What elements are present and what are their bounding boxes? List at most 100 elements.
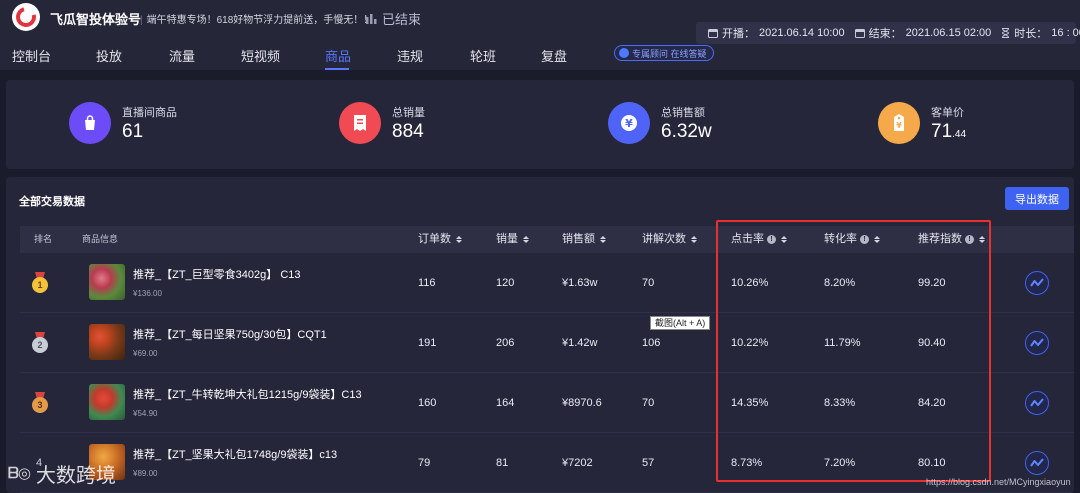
col-ctr[interactable]: 点击率!: [731, 226, 787, 253]
cell-orders: 191: [418, 337, 437, 349]
stat-sales: 总销量 884: [339, 100, 539, 148]
col-revenue[interactable]: 销售额: [562, 226, 606, 253]
col-explain[interactable]: 讲解次数: [642, 226, 697, 253]
cell-index: 90.40: [918, 337, 946, 349]
screenshot-tooltip: 截图(Alt + A): [650, 316, 711, 330]
cell-conversion: 11.79%: [824, 337, 861, 349]
tab-traffic[interactable]: 流量: [169, 46, 195, 65]
sort-icon: [781, 236, 787, 243]
col-index[interactable]: 推荐指数!: [918, 226, 985, 253]
info-icon[interactable]: !: [860, 235, 869, 244]
duration-value: 16 : 00: [1051, 27, 1080, 39]
tab-review[interactable]: 复盘: [541, 46, 567, 65]
col-explain-label: 讲解次数: [642, 233, 686, 245]
consultant-label: 专属顾问 在线答疑: [632, 48, 707, 59]
trend-chart-icon[interactable]: [1025, 331, 1049, 355]
product-name[interactable]: 推荐_【ZT_巨型零食3402g】 C13: [133, 266, 301, 282]
svg-text:¥: ¥: [896, 121, 902, 130]
tab-violations[interactable]: 违规: [397, 46, 423, 65]
duration-label: 时长：: [1014, 28, 1048, 40]
price-tag-icon: ¥: [878, 102, 920, 144]
cell-revenue: ¥7202: [562, 457, 593, 469]
col-ctr-label: 点击率: [731, 233, 764, 245]
active-tab-indicator: [325, 68, 349, 70]
cell-sales: 120: [496, 277, 515, 289]
export-button[interactable]: 导出数据: [1005, 187, 1069, 210]
trend-chart-icon[interactable]: [1025, 271, 1049, 295]
col-conversion[interactable]: 转化率!: [824, 226, 880, 253]
cell-index: 80.10: [918, 457, 946, 469]
live-status: 已结束: [366, 9, 421, 28]
col-product: 商品信息: [82, 234, 119, 244]
live-status-text: 已结束: [382, 12, 422, 27]
trend-chart-icon[interactable]: [1025, 451, 1049, 475]
info-icon[interactable]: !: [767, 235, 776, 244]
hourglass-icon: [1002, 28, 1010, 38]
tab-products[interactable]: 商品: [325, 46, 351, 65]
col-sales-label: 销量: [496, 233, 518, 245]
trend-chart-icon[interactable]: [1025, 391, 1049, 415]
live-notice-text: 端午特惠专场！618好物节浮力提前送，手慢无！！: [146, 15, 374, 26]
product-thumbnail[interactable]: [89, 324, 125, 360]
tab-ads[interactable]: 投放: [96, 46, 122, 65]
main-nav: 控制台 投放 流量 短视频 商品 违规 轮班 复盘: [0, 44, 720, 70]
col-orders-label: 订单数: [418, 233, 451, 245]
consultant-button[interactable]: 专属顾问 在线答疑: [614, 45, 714, 61]
cell-ctr: 8.73%: [731, 457, 763, 469]
product-name[interactable]: 推荐_【ZT_牛转乾坤大礼包1215g/9袋装】C13: [133, 386, 362, 402]
tab-short-video[interactable]: 短视频: [241, 46, 280, 65]
cell-explain: 70: [642, 277, 655, 289]
col-sales[interactable]: 销量: [496, 226, 529, 253]
cell-sales: 206: [496, 337, 515, 349]
product-price: ¥54.90: [133, 409, 158, 418]
col-orders[interactable]: 订单数: [418, 226, 462, 253]
cell-ctr: 10.22%: [731, 337, 769, 349]
table-row: 4 推荐_【ZT_坚果大礼包1748g/9袋装】c13 ¥89.00 79 81…: [20, 433, 1074, 493]
cell-revenue: ¥8970.6: [562, 397, 602, 409]
product-name[interactable]: 推荐_【ZT_每日坚果750g/30包】CQT1: [133, 326, 327, 342]
col-conversion-label: 转化率: [824, 233, 857, 245]
stat-value: 71.44: [931, 121, 966, 143]
stat-value-decimal: .44: [952, 129, 967, 140]
stat-value: 6.32w: [661, 121, 712, 142]
product-thumbnail[interactable]: [89, 264, 125, 300]
tab-console[interactable]: 控制台: [12, 46, 51, 65]
product-name[interactable]: 推荐_【ZT_坚果大礼包1748g/9袋装】c13: [133, 446, 337, 462]
cell-sales: 164: [496, 397, 515, 409]
cell-orders: 79: [418, 457, 431, 469]
col-index-label: 推荐指数: [918, 233, 962, 245]
panel-title: 全部交易数据: [19, 196, 85, 208]
product-price: ¥69.00: [133, 349, 158, 358]
shopping-bag-icon: [69, 102, 111, 144]
stat-label: 直播间商品: [122, 107, 177, 119]
stat-products: 直播间商品 61: [69, 100, 269, 148]
table-header: 排名 商品信息 订单数 销量 销售额 讲解次数 点击率! 转化率! 推荐指数!: [20, 226, 1074, 253]
product-thumbnail[interactable]: [89, 384, 125, 420]
sort-icon: [874, 236, 880, 243]
summary-stats: 直播间商品 61 总销量 884 ¥ 总销售额 6.32w ¥ 客单价 71.4…: [6, 80, 1074, 169]
col-rank: 排名: [34, 234, 53, 244]
top-bar: 飞瓜智投体验号 | 端午特惠专场！618好物节浮力提前送，手慢无！！ 已结束 开播…: [0, 0, 1080, 70]
col-revenue-label: 销售额: [562, 233, 595, 245]
end-time: 2021.06.15 02:00: [905, 27, 992, 39]
tab-shifts[interactable]: 轮班: [470, 46, 496, 65]
watermark-right: https://blog.csdn.net/MCyingxiaoyun: [926, 477, 1071, 487]
stat-label: 总销量: [392, 107, 425, 119]
stat-label: 总销售额: [661, 107, 705, 119]
watermark-logo-icon: ᗷ◎: [8, 465, 31, 482]
stat-revenue: ¥ 总销售额 6.32w: [608, 100, 808, 148]
account-name: 飞瓜智投体验号: [50, 12, 142, 27]
cell-index: 99.20: [918, 277, 946, 289]
receipt-icon: [339, 102, 381, 144]
silver-medal-icon: 2: [31, 332, 49, 354]
stat-label: 客单价: [931, 107, 964, 119]
info-icon[interactable]: !: [965, 235, 974, 244]
sort-icon: [979, 236, 985, 243]
cell-revenue: ¥1.42w: [562, 337, 598, 349]
stat-value: 884: [392, 121, 424, 142]
cell-explain: 57: [642, 457, 655, 469]
product-price: ¥89.00: [133, 469, 158, 478]
sort-icon: [456, 236, 462, 243]
table-row: 3 推荐_【ZT_牛转乾坤大礼包1215g/9袋装】C13 ¥54.90 160…: [20, 373, 1074, 433]
cell-conversion: 7.20%: [824, 457, 856, 469]
